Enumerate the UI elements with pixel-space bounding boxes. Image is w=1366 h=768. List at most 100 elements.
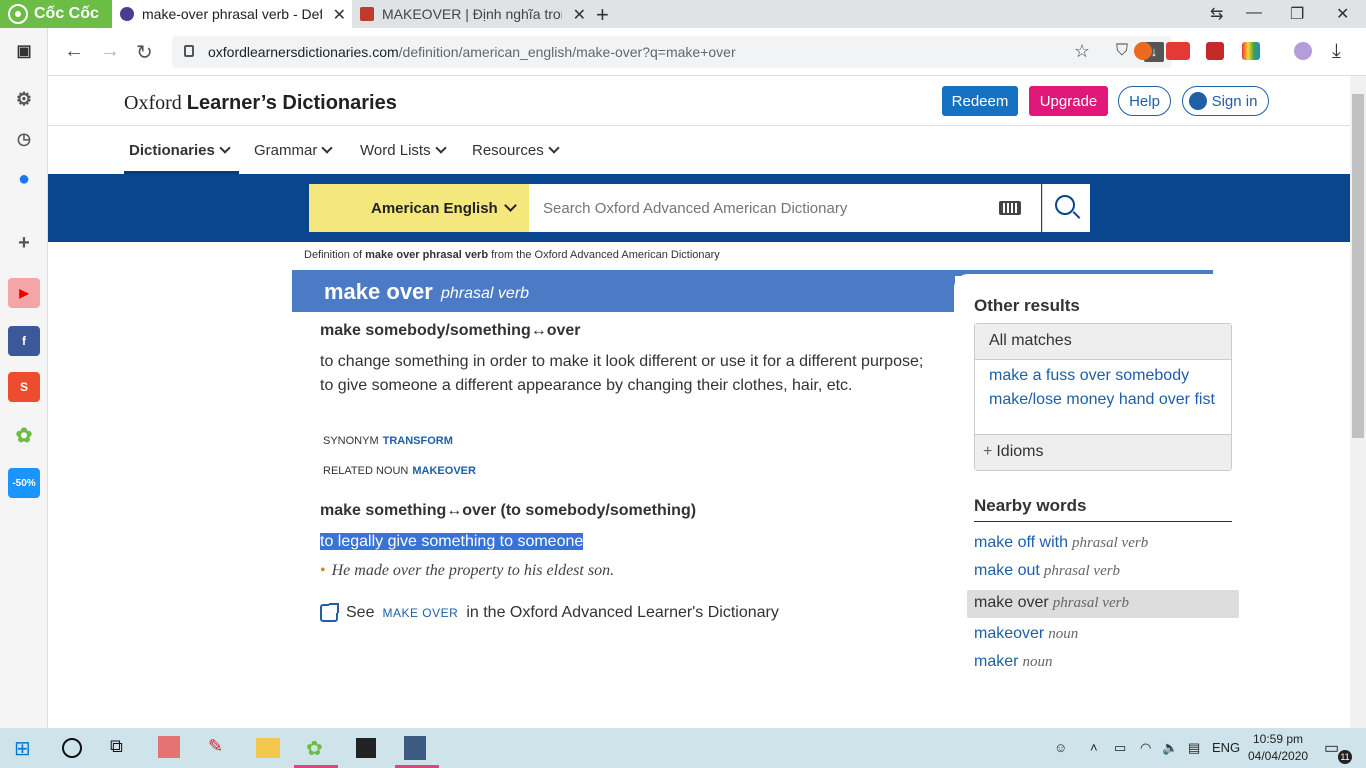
menu-resources[interactable]: Resources <box>472 142 560 159</box>
language-select[interactable]: American English <box>309 184 529 232</box>
avatar[interactable] <box>1294 42 1312 60</box>
language-indicator[interactable]: ENG <box>1212 740 1240 755</box>
tab-title: MAKEOVER | Định nghĩa trong <box>382 6 562 22</box>
volume-icon[interactable]: 🔈 <box>1162 740 1178 756</box>
browser-brand[interactable]: Cốc Cốc <box>0 0 112 28</box>
sidebar-toggle-icon[interactable]: ▣ <box>8 36 40 66</box>
window-close-icon[interactable]: ✕ <box>1336 4 1349 24</box>
back-icon[interactable]: ← <box>64 40 84 63</box>
redeem-button[interactable]: Redeem <box>942 86 1018 116</box>
task-view-icon[interactable]: ⧉ <box>110 736 134 760</box>
search-input[interactable] <box>529 184 979 232</box>
gear-icon[interactable]: ⚙ <box>8 84 40 114</box>
keyboard-icon[interactable] <box>999 201 1021 215</box>
shopee-icon[interactable]: S <box>8 372 40 402</box>
coccoc-taskbar-icon[interactable]: ✿ <box>306 736 330 760</box>
sense-2-heading: make something↔over (to somebody/somethi… <box>320 502 697 519</box>
close-icon[interactable]: ✕ <box>573 5 586 25</box>
tab-title: make-over phrasal verb - Definition <box>142 6 322 22</box>
notification-icon[interactable]: ▭ <box>1324 738 1339 758</box>
nearby-item[interactable]: make out phrasal verb <box>974 562 1120 580</box>
people-icon[interactable]: ☺ <box>1054 740 1067 755</box>
folder-icon[interactable] <box>256 738 280 758</box>
nearby-item[interactable]: maker noun <box>974 653 1052 671</box>
restore-icon[interactable]: ❐ <box>1290 4 1304 24</box>
nearby-item[interactable]: makeover noun <box>974 625 1078 643</box>
paint-icon[interactable]: ✎ <box>208 736 232 760</box>
shield-icon[interactable]: ⛉ <box>1116 42 1128 60</box>
address-bar-row: ← → ↻ oxfordlearnersdictionaries.com/def… <box>48 28 1366 76</box>
close-icon[interactable]: ✕ <box>333 5 346 25</box>
history-icon[interactable]: ◷ <box>8 124 40 154</box>
nearby-item-current: make over phrasal verb <box>967 590 1239 618</box>
signin-label: Sign in <box>1211 92 1258 110</box>
search-button[interactable] <box>1042 184 1090 232</box>
see-suffix: in the Oxford Advanced Learner's Diction… <box>466 604 779 621</box>
url-text: oxfordlearnersdictionaries.com/definitio… <box>208 44 736 60</box>
nearby-word: make out <box>974 562 1040 579</box>
upgrade-button[interactable]: Upgrade <box>1029 86 1108 116</box>
keyboard-tray-icon[interactable]: ▤ <box>1188 740 1200 756</box>
header-divider <box>48 125 1350 126</box>
signin-button[interactable]: Sign in <box>1182 86 1269 116</box>
youtube-icon[interactable]: ▶ <box>8 278 40 308</box>
match-link[interactable]: make/lose money hand over fist <box>975 386 1231 410</box>
chevron-up-icon[interactable]: ˄ <box>1090 740 1098 755</box>
forward-icon[interactable]: → <box>100 40 120 63</box>
see-link[interactable]: make over <box>382 606 458 620</box>
synonym-label: SYNONYM <box>323 435 379 447</box>
url-field[interactable]: oxfordlearnersdictionaries.com/definitio… <box>172 36 1172 68</box>
extension-new-icon[interactable] <box>1166 42 1190 60</box>
search-icon[interactable] <box>62 738 82 758</box>
downloads-icon[interactable]: ⤓ <box>1332 40 1341 63</box>
tab-active[interactable]: make-over phrasal verb - Definition ✕ <box>112 0 352 28</box>
source-bold: make over phrasal verb <box>365 249 489 261</box>
menu-dictionaries[interactable]: Dictionaries <box>129 142 231 159</box>
nearby-words-title: Nearby words <box>974 496 1087 515</box>
extension-chrome-icon[interactable] <box>1134 42 1152 60</box>
messenger-icon[interactable]: ● <box>8 164 40 194</box>
other-results-title: Other results <box>974 296 1080 315</box>
coccoc-extension-icon[interactable]: ✿ <box>8 420 40 450</box>
extension-red-icon[interactable] <box>1206 42 1224 60</box>
app-icon-2[interactable] <box>404 736 426 760</box>
see-also[interactable]: See make over in the Oxford Advanced Lea… <box>320 603 779 622</box>
scrollbar-thumb[interactable] <box>1352 94 1364 438</box>
menu-word-lists[interactable]: Word Lists <box>360 142 447 159</box>
facebook-icon[interactable]: f <box>8 326 40 356</box>
nearby-word: makeover <box>974 625 1045 642</box>
star-icon[interactable]: ☆ <box>1074 41 1090 62</box>
add-icon[interactable]: + <box>8 228 40 258</box>
related-link[interactable]: MAKEOVER <box>412 465 476 477</box>
site-title[interactable]: Oxford Learner’s Dictionaries <box>124 92 397 115</box>
app-icon[interactable] <box>158 736 180 758</box>
extension-color-icon[interactable] <box>1242 42 1260 60</box>
windows-start-icon[interactable]: ⊞ <box>14 736 38 760</box>
page-scrollbar[interactable] <box>1350 76 1366 728</box>
help-button[interactable]: Help <box>1118 86 1171 116</box>
headword: make over <box>324 279 433 304</box>
clock[interactable]: 10:59 pm 04/04/2020 <box>1248 731 1308 765</box>
tiki-icon[interactable]: -50% <box>8 468 40 498</box>
external-link-icon <box>320 603 339 622</box>
sticky-notes-icon[interactable] <box>356 738 376 758</box>
minimize-icon[interactable]: — <box>1246 4 1262 22</box>
menu-grammar[interactable]: Grammar <box>254 142 334 159</box>
search-box <box>529 184 1041 232</box>
reload-icon[interactable]: ↻ <box>136 40 153 65</box>
idioms-toggle[interactable]: + Idioms <box>975 434 1231 470</box>
windows-taskbar: ⊞ ⧉ ✎ ✿ ☺ ˄ ▭ ◠ 🔈 ▤ ENG 10:59 pm 04/04/2… <box>0 728 1366 768</box>
tab-search-icon[interactable]: ⇆ <box>1210 4 1223 24</box>
wifi-icon[interactable]: ◠ <box>1140 740 1151 756</box>
nearby-item[interactable]: make off with phrasal verb <box>974 534 1148 552</box>
search-icon-handle <box>1072 211 1081 219</box>
new-tab-icon[interactable]: + <box>596 2 609 28</box>
tab-makeover[interactable]: MAKEOVER | Định nghĩa trong ✕ <box>352 0 592 28</box>
match-link[interactable]: make a fuss over somebody <box>975 360 1231 386</box>
all-matches-header[interactable]: All matches <box>975 324 1231 360</box>
synonym-link[interactable]: TRANSFORM <box>383 435 453 447</box>
menu-label: Grammar <box>254 142 318 159</box>
nearby-pos: phrasal verb <box>1043 563 1121 579</box>
page-content: Oxford Learner’s Dictionaries Redeem Upg… <box>48 76 1350 728</box>
battery-icon[interactable]: ▭ <box>1114 740 1126 756</box>
